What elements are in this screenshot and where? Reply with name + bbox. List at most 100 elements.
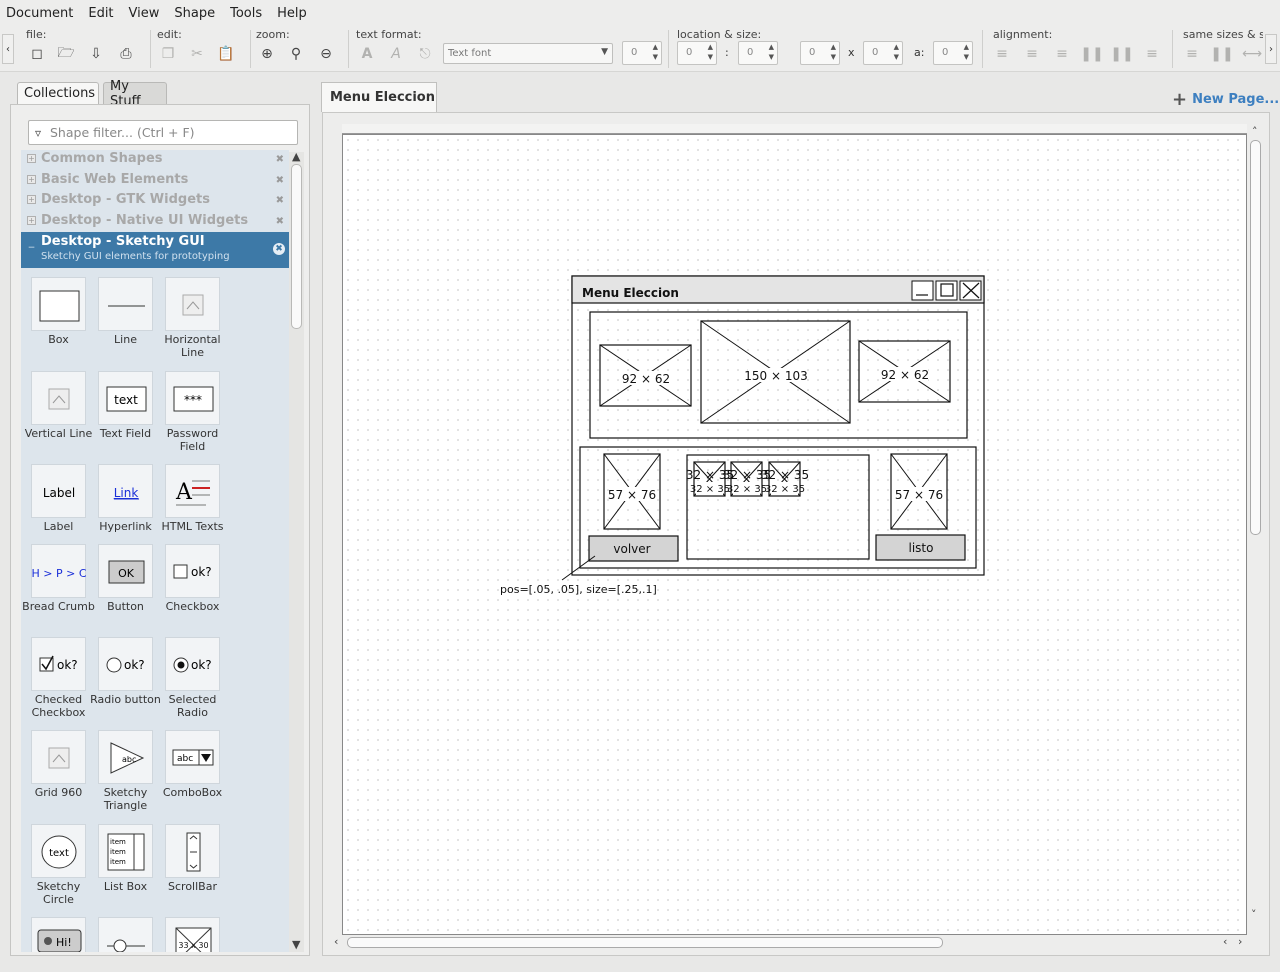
tab-my-stuff[interactable]: My Stuff — [103, 79, 167, 109]
menu-shape[interactable]: Shape — [174, 6, 215, 21]
print-icon[interactable]: ⎙ — [115, 44, 137, 64]
location-x-stepper[interactable]: 0 ▲ ▼ — [677, 41, 717, 65]
shape-label: Box — [48, 333, 69, 346]
close-icon[interactable]: ✖ — [276, 175, 284, 186]
expand-icon[interactable]: + — [27, 216, 36, 225]
location-separator: : — [725, 46, 729, 59]
copy-icon[interactable]: ❐ — [157, 44, 179, 64]
scrollbar-thumb[interactable] — [1250, 140, 1261, 535]
zoom-in-icon[interactable]: ⊕ — [256, 44, 278, 64]
menu-tools[interactable]: Tools — [230, 6, 262, 21]
stepper-down-icon[interactable]: ▼ — [653, 53, 658, 61]
tab-page-menu-eleccion[interactable]: Menu Eleccion — [321, 82, 437, 112]
stepper-up-icon[interactable]: ▲ — [894, 43, 899, 51]
canvas-horizontal-scrollbar[interactable]: ‹ ‹ › — [333, 935, 1250, 950]
text-bold-icon[interactable]: A — [356, 44, 378, 64]
svg-text:item: item — [110, 858, 126, 866]
zoom-reset-icon[interactable]: ⚲ — [285, 44, 307, 64]
scroll-up-icon[interactable]: ▲ — [292, 150, 300, 163]
stepper-down-icon[interactable]: ▼ — [769, 53, 774, 61]
stepper-down-icon[interactable]: ▼ — [831, 53, 836, 61]
shape-label: Sketchy Triangle — [103, 786, 148, 812]
stepper-up-icon[interactable]: ▲ — [708, 43, 713, 51]
scrollbar-thumb[interactable] — [291, 164, 302, 329]
same-width-icon[interactable]: ≡ — [1183, 44, 1203, 64]
align-middle-icon[interactable]: ❚❚ — [1110, 44, 1133, 64]
drawing-canvas[interactable] — [342, 134, 1247, 935]
save-icon[interactable]: ⇩ — [85, 44, 107, 64]
align-top-icon[interactable]: ❚❚ — [1080, 44, 1103, 64]
angle-value: 0 — [942, 47, 949, 58]
stepper-up-icon[interactable]: ▲ — [831, 43, 836, 51]
close-icon[interactable]: ✖ — [276, 154, 284, 165]
collection-scrollbar[interactable]: ▲ ▼ — [289, 150, 304, 952]
menubar: Document Edit View Shape Tools Help — [0, 0, 1280, 26]
svg-text:text: text — [49, 848, 69, 859]
open-folder-icon[interactable]: 🗁 — [55, 44, 77, 64]
canvas-vertical-scrollbar[interactable]: ˄ ˅ — [1249, 125, 1263, 935]
close-icon[interactable]: ✖ — [273, 243, 285, 255]
toolbar-scroll-right-button[interactable]: › — [1265, 34, 1277, 64]
menu-view[interactable]: View — [129, 6, 160, 21]
size-width-stepper[interactable]: 0 ▲ ▼ — [800, 41, 840, 65]
collection-common-shapes[interactable]: + Common Shapes ✖ — [21, 150, 289, 170]
collection-desktop-native-ui-widgets[interactable]: + Desktop - Native UI Widgets ✖ — [21, 212, 289, 232]
align-bottom-icon[interactable]: ≡ — [1141, 44, 1163, 64]
align-center-icon[interactable]: ≡ — [1021, 44, 1043, 64]
shape-label: Text Field — [99, 427, 152, 440]
paste-icon[interactable]: 📋 — [215, 44, 237, 64]
collection-desktop-gtk-widgets[interactable]: + Desktop - GTK Widgets ✖ — [21, 191, 289, 211]
collapse-icon[interactable]: − — [27, 244, 36, 253]
new-document-icon[interactable]: ◻ — [26, 44, 48, 64]
size-height-stepper[interactable]: 0 ▲ ▼ — [863, 41, 903, 65]
stepper-up-icon[interactable]: ▲ — [769, 43, 774, 51]
scroll-right-icon[interactable]: › — [1238, 935, 1242, 948]
toolbar-scroll-left-button[interactable]: ‹ — [2, 34, 14, 64]
shape-filter-input[interactable]: ▿ Shape filter... (Ctrl + F) — [28, 120, 298, 145]
location-x-value: 0 — [686, 47, 693, 58]
scroll-right-icon[interactable]: ‹ — [1223, 935, 1227, 948]
menu-help[interactable]: Help — [277, 6, 307, 21]
menu-document[interactable]: Document — [6, 6, 73, 21]
stepper-down-icon[interactable]: ▼ — [708, 53, 713, 61]
scroll-left-icon[interactable]: ‹ — [334, 935, 338, 948]
align-right-icon[interactable]: ≡ — [1051, 44, 1073, 64]
close-icon[interactable]: ✖ — [276, 216, 284, 227]
stepper-up-icon[interactable]: ▲ — [653, 43, 658, 51]
same-sizes-group-label: same sizes & s — [1183, 28, 1263, 41]
cut-icon[interactable]: ✂ — [186, 44, 208, 64]
new-page-button[interactable]: + New Page... — [1172, 89, 1279, 110]
tab-collections[interactable]: Collections — [17, 82, 99, 104]
alignment-group-label: alignment: — [993, 28, 1053, 41]
scrollbar-thumb[interactable] — [347, 937, 943, 948]
same-height-icon[interactable]: ❚❚ — [1210, 44, 1233, 64]
collection-desktop-sketchy-gui[interactable]: − Desktop - Sketchy GUI Sketchy GUI elem… — [21, 232, 289, 268]
font-select[interactable]: Text font ▼ — [443, 43, 613, 64]
expand-icon[interactable]: + — [27, 175, 36, 184]
angle-stepper[interactable]: 0 ▲ ▼ — [933, 41, 973, 65]
align-left-icon[interactable]: ≡ — [991, 44, 1013, 64]
svg-text:***: *** — [184, 393, 202, 407]
same-size-icon[interactable]: ⟷ — [1241, 44, 1263, 64]
svg-text:Hi!: Hi! — [56, 936, 72, 949]
menu-edit[interactable]: Edit — [88, 6, 113, 21]
scroll-down-icon[interactable]: ▼ — [292, 938, 300, 951]
collection-basic-web-elements[interactable]: + Basic Web Elements ✖ — [21, 171, 289, 191]
sketchy-triangle-icon: abc — [98, 730, 153, 784]
stepper-down-icon[interactable]: ▼ — [894, 53, 899, 61]
font-size-stepper[interactable]: 0 ▲ ▼ — [622, 41, 662, 65]
close-icon[interactable]: ✖ — [276, 195, 284, 206]
expand-icon[interactable]: + — [27, 195, 36, 204]
stepper-down-icon[interactable]: ▼ — [964, 53, 969, 61]
text-underline-icon[interactable]: ⎋ — [414, 44, 436, 64]
stepper-up-icon[interactable]: ▲ — [964, 43, 969, 51]
zoom-out-icon[interactable]: ⊖ — [315, 44, 337, 64]
text-italic-icon[interactable]: A — [385, 44, 407, 64]
scroll-up-icon[interactable]: ˄ — [1252, 125, 1258, 138]
expand-icon[interactable]: + — [27, 154, 36, 163]
location-y-stepper[interactable]: 0 ▲ ▼ — [738, 41, 778, 65]
new-page-label: New Page... — [1192, 92, 1280, 107]
svg-text:ok?: ok? — [57, 658, 78, 672]
scroll-down-icon[interactable]: ˅ — [1251, 908, 1257, 921]
svg-text:Label: Label — [43, 486, 75, 500]
